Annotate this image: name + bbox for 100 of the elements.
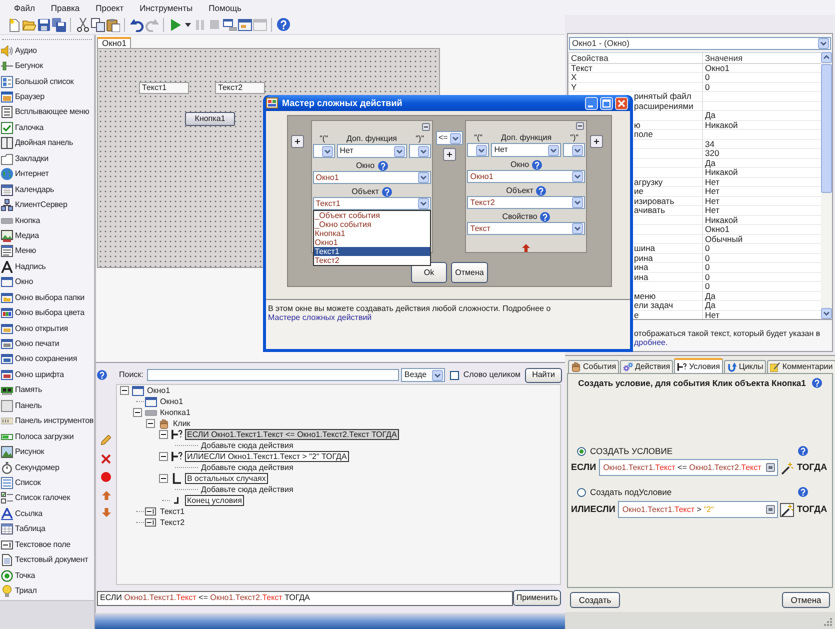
add-button[interactable] <box>291 135 304 148</box>
toolbox-item[interactable]: Галочка <box>0 120 94 136</box>
property-dropdown[interactable]: Текст <box>467 222 586 235</box>
toolbox-item[interactable]: Список галочек <box>0 490 94 506</box>
minimize-icon[interactable] <box>585 96 598 110</box>
toolbox-item[interactable]: Календарь <box>0 182 94 198</box>
toolbox-item[interactable]: Браузер <box>0 89 94 105</box>
copy-icon[interactable] <box>90 18 104 32</box>
scrollbar[interactable] <box>821 52 832 319</box>
toolbox-item[interactable]: Список <box>0 475 94 491</box>
expression-field[interactable]: ЕСЛИ Окно1.Текст1.Текст <= Окно1.Текст2.Текст ТОГДА <box>97 590 513 606</box>
window-icon[interactable] <box>238 18 252 30</box>
help-icon[interactable] <box>798 446 808 456</box>
object-dropdown[interactable]: Текст1 <box>312 197 431 210</box>
collapse-icon[interactable] <box>120 386 129 395</box>
toolbox-item[interactable]: Кнопка <box>0 212 94 228</box>
tab[interactable]: Условия <box>674 358 723 373</box>
radio-option[interactable]: СОЗДАТЬ УСЛОВИЕ <box>577 446 672 456</box>
tree-item[interactable]: Клик <box>172 418 192 428</box>
create-button[interactable]: Создать <box>570 592 620 608</box>
maximize-icon[interactable] <box>600 96 613 110</box>
scroll-down-icon[interactable] <box>821 308 832 319</box>
more-link[interactable]: дробнее. <box>634 338 668 347</box>
toolbox-item[interactable]: Интернет <box>0 166 94 182</box>
collapse-icon[interactable] <box>146 419 155 428</box>
toolbox-item[interactable]: Таблица <box>0 522 94 537</box>
window-dropdown[interactable]: Окно1 <box>467 170 586 183</box>
list-option[interactable]: _Окно события <box>314 220 430 229</box>
toolbox-item[interactable]: Всплывающее меню <box>0 104 94 120</box>
toolbox-item[interactable]: Двойная панель <box>0 136 94 152</box>
paren-dropdown[interactable] <box>563 143 586 157</box>
help-icon[interactable] <box>798 487 808 497</box>
toolbox-item[interactable]: Секундомер <box>0 460 94 476</box>
help-icon[interactable] <box>812 378 822 388</box>
tab[interactable]: Циклы <box>724 360 766 373</box>
collapse-icon[interactable] <box>422 123 430 131</box>
toolbox-item[interactable]: Окно шрифта <box>0 367 94 383</box>
design-text-field[interactable]: Текст1 <box>139 82 189 94</box>
tree-item[interactable]: ИЛИЕСЛИ Окно1.Текст1.Текст > "2" ТОГДА <box>185 451 349 462</box>
new-document-icon[interactable] <box>6 18 20 32</box>
window-list-icon[interactable] <box>222 18 236 30</box>
add-button[interactable] <box>442 148 456 161</box>
tree-item[interactable]: Окно1 <box>159 396 184 406</box>
toolbox-item[interactable]: Окно выбора цвета <box>0 305 94 321</box>
caret-icon[interactable] <box>184 22 190 26</box>
toolbox-item[interactable]: Меню <box>0 244 94 260</box>
tree-item[interactable]: В остальных случаях <box>185 473 268 484</box>
toolbox-item[interactable]: Триал <box>0 583 94 599</box>
close-icon[interactable] <box>615 96 628 110</box>
function-dropdown[interactable]: Нет <box>491 143 562 157</box>
toolbox-item[interactable]: Точка <box>0 568 94 584</box>
toolbox-item[interactable]: Бегунок <box>0 58 94 74</box>
collapse-icon[interactable] <box>159 430 168 439</box>
toolbox-item[interactable]: Закладки <box>0 151 94 166</box>
paren-dropdown[interactable] <box>312 144 335 158</box>
menu-item[interactable]: Правка <box>48 2 82 12</box>
toolbox-item[interactable]: Большой список <box>0 74 94 90</box>
help-icon[interactable] <box>540 212 550 222</box>
tree-item[interactable]: Добавьте сюда действия <box>200 440 294 450</box>
menu-item[interactable]: Файл <box>12 2 37 12</box>
menu-item[interactable]: Инструменты <box>138 2 195 12</box>
toolbox-item[interactable]: Рисунок <box>0 444 94 460</box>
document-tab[interactable]: Окно1 <box>97 37 132 48</box>
object-dropdown[interactable]: Окно1 - (Окно) <box>569 37 831 50</box>
search-field[interactable] <box>147 369 400 381</box>
tree-item[interactable]: Кнопка1 <box>159 408 192 418</box>
toolbox-item[interactable]: Ссылка <box>0 506 94 522</box>
collapse-icon[interactable] <box>159 452 168 461</box>
tree-item[interactable]: Окно1 <box>146 386 172 396</box>
window-dropdown[interactable]: Окно1 <box>312 171 431 184</box>
paren-dropdown[interactable] <box>467 143 490 157</box>
object-dropdown[interactable]: Текст2 <box>467 196 586 209</box>
condition-field[interactable]: Окно1.Текст1.Текст <= Окно1.Текст2.Текст <box>599 459 778 476</box>
list-option[interactable]: Текст2 <box>314 256 430 265</box>
toolbox-item[interactable]: Надпись <box>0 259 94 275</box>
toolbox-item[interactable]: Окно сохранения <box>0 352 94 368</box>
toolbox-item[interactable]: Полоса загрузки <box>0 428 94 444</box>
function-dropdown[interactable]: Нет <box>336 144 407 158</box>
list-option[interactable]: _Объект события <box>314 211 430 220</box>
toolbox-item[interactable]: Окно открытия <box>0 320 94 336</box>
help-icon[interactable] <box>532 160 542 170</box>
list-option[interactable]: Текст1 <box>314 247 430 256</box>
delete-icon[interactable] <box>101 454 111 464</box>
floppy-disks-icon[interactable] <box>52 18 66 32</box>
folder-icon[interactable] <box>22 18 36 32</box>
toolbox-item[interactable]: Медиа <box>0 228 94 244</box>
square-button-icon[interactable] <box>766 463 775 472</box>
magic-wand-icon[interactable] <box>780 502 794 516</box>
tree-item[interactable]: ЕСЛИ Окно1.Текст1.Текст <= Окно1.Текст2.Текст ТОГДА <box>185 429 399 440</box>
tab[interactable]: Комментарии <box>767 360 835 373</box>
toolbox-item[interactable]: Панель инструментов <box>0 414 94 429</box>
tree-item[interactable]: Текст2 <box>159 518 186 528</box>
toolbox-item[interactable]: Окно <box>0 274 94 290</box>
collapse-icon[interactable] <box>159 474 168 483</box>
radio-option[interactable]: Создать подУсловие <box>577 488 672 496</box>
help-icon[interactable] <box>382 186 392 196</box>
find-button[interactable]: Найти <box>525 368 562 382</box>
magic-wand-icon[interactable] <box>780 460 794 474</box>
help-icon[interactable] <box>277 18 290 31</box>
list-option[interactable]: Кнопка1 <box>314 229 430 238</box>
